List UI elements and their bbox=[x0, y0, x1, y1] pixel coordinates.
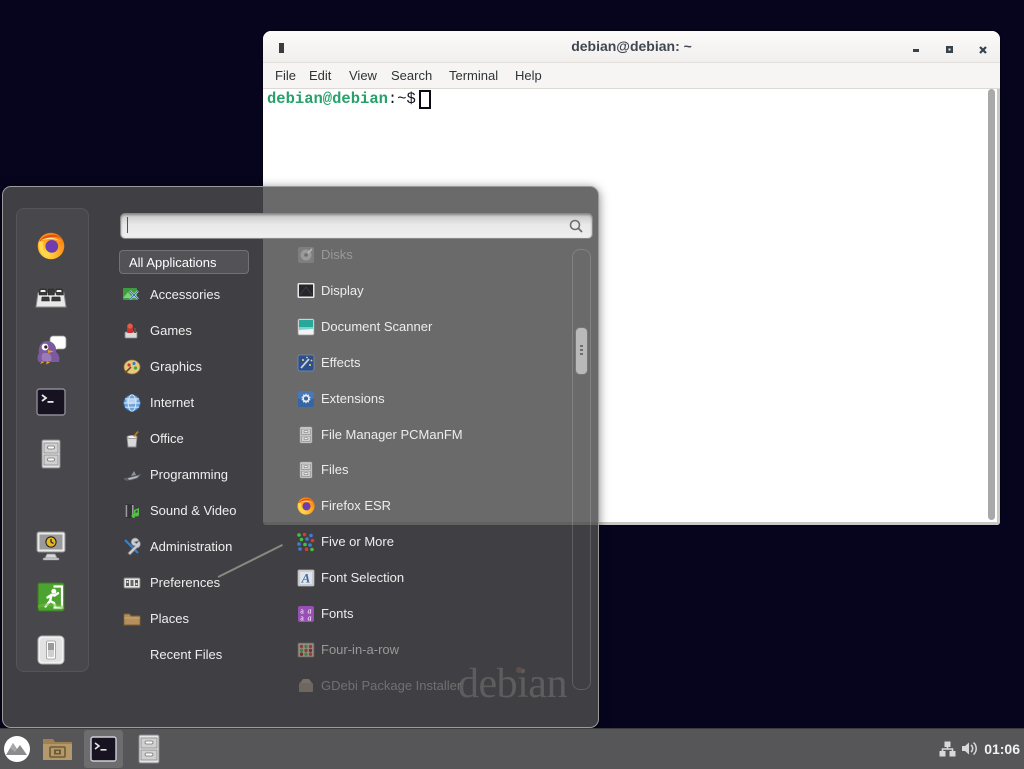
svg-text:a: a bbox=[300, 614, 304, 623]
svg-text:A: A bbox=[301, 571, 311, 586]
svg-text:a: a bbox=[308, 614, 312, 623]
